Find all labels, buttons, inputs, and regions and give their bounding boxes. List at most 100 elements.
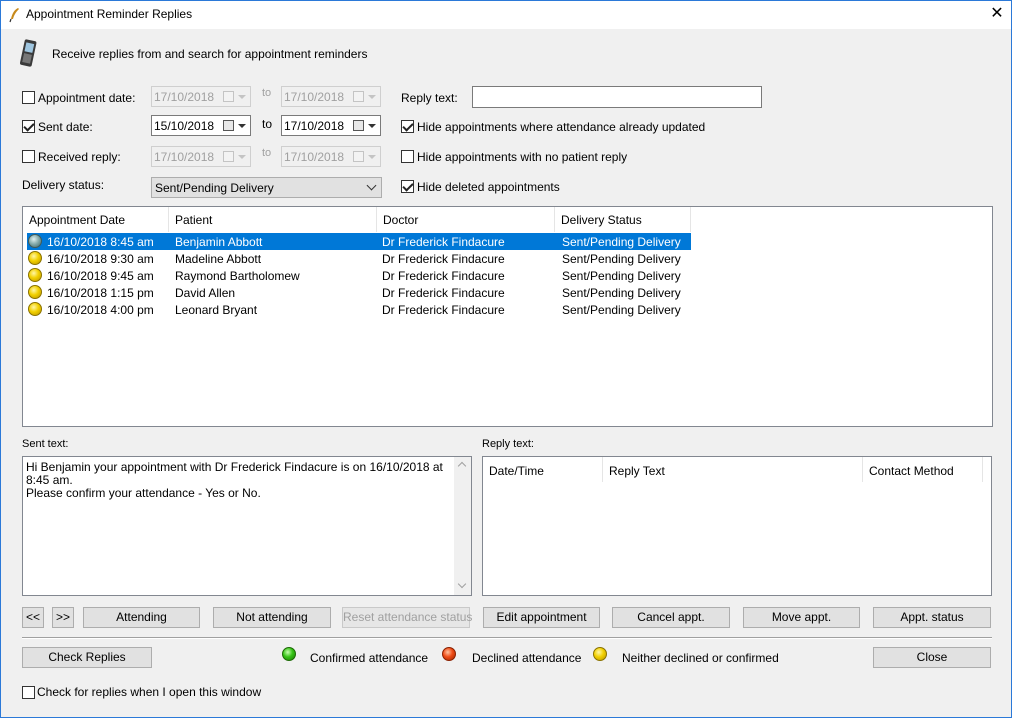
edit-appointment-button[interactable]: Edit appointment — [483, 607, 600, 628]
cancel-appt-button[interactable]: Cancel appt. — [612, 607, 730, 628]
appointment-date-cell: 16/10/2018 8:45 am — [47, 235, 154, 249]
appointment-date-from-value: 17/10/2018 — [154, 90, 215, 104]
received-reply-to-label: to — [262, 147, 272, 159]
not-attending-button[interactable]: Not attending — [213, 607, 331, 628]
appointment-date-to-label: to — [262, 87, 272, 99]
status-dot-icon — [28, 251, 42, 265]
column-header-date-time[interactable]: Date/Time — [483, 457, 603, 482]
sent-date-to-value: 17/10/2018 — [284, 119, 345, 133]
received-reply-checkbox[interactable] — [22, 150, 35, 163]
confirmed-dot-icon — [282, 647, 296, 661]
table-row[interactable]: 16/10/2018 9:30 am Madeline Abbott Dr Fr… — [27, 250, 691, 267]
mobile-phone-icon — [20, 39, 37, 67]
dropdown-arrow-icon — [368, 155, 376, 159]
column-header-reply-text[interactable]: Reply Text — [603, 457, 863, 482]
hide-no-reply-checkbox[interactable] — [401, 150, 414, 163]
close-window-button[interactable]: ✕ — [987, 5, 1007, 25]
calendar-icon — [223, 91, 234, 102]
calendar-icon — [353, 151, 364, 162]
hide-attendance-updated-checkbox[interactable] — [401, 120, 414, 133]
delivery-status-cell: Sent/Pending Delivery — [562, 235, 681, 249]
dropdown-arrow-icon — [238, 155, 246, 159]
delivery-status-cell: Sent/Pending Delivery — [562, 303, 681, 317]
dropdown-arrow-icon — [368, 124, 376, 128]
delivery-status-cell: Sent/Pending Delivery — [562, 286, 681, 300]
column-header-contact-method[interactable]: Contact Method — [863, 457, 983, 482]
appointment-date-to[interactable]: 17/10/2018 — [281, 86, 381, 107]
appointment-date-from[interactable]: 17/10/2018 — [151, 86, 251, 107]
doctor-cell: Dr Frederick Findacure — [382, 269, 505, 283]
sent-date-to[interactable]: 17/10/2018 — [281, 115, 381, 136]
hide-attendance-updated-label: Hide appointments where attendance alrea… — [417, 120, 706, 134]
delivery-status-select[interactable]: Sent/Pending Delivery — [151, 177, 382, 198]
sent-date-from[interactable]: 15/10/2018 — [151, 115, 251, 136]
received-reply-to[interactable]: 17/10/2018 — [281, 146, 381, 167]
doctor-cell: Dr Frederick Findacure — [382, 235, 505, 249]
table-row[interactable]: 16/10/2018 4:00 pm Leonard Bryant Dr Fre… — [27, 301, 691, 318]
separator — [22, 637, 992, 639]
sent-text-area[interactable]: Hi Benjamin your appointment with Dr Fre… — [22, 456, 472, 596]
hide-deleted-label: Hide deleted appointments — [417, 180, 560, 194]
reply-text-input[interactable] — [472, 86, 762, 108]
dropdown-arrow-icon — [368, 95, 376, 99]
table-row[interactable]: 16/10/2018 9:45 am Raymond Bartholomew D… — [27, 267, 691, 284]
reply-text-list[interactable]: Date/Time Reply Text Contact Method — [482, 456, 992, 596]
appointments-list[interactable]: Appointment Date Patient Doctor Delivery… — [22, 206, 993, 427]
calendar-icon — [353, 120, 364, 131]
delivery-status-cell: Sent/Pending Delivery — [562, 269, 681, 283]
delivery-status-label: Delivery status: — [22, 178, 105, 192]
dropdown-arrow-icon — [238, 95, 246, 99]
column-header-patient[interactable]: Patient — [169, 207, 377, 232]
appointment-date-cell: 16/10/2018 1:15 pm — [47, 286, 154, 300]
legend-confirmed: Confirmed attendance — [310, 651, 429, 665]
appointment-date-checkbox[interactable] — [22, 91, 35, 104]
calendar-icon — [223, 151, 234, 162]
calendar-icon — [353, 91, 364, 102]
received-reply-label: Received reply: — [38, 150, 121, 164]
check-on-open-checkbox[interactable] — [22, 686, 35, 699]
sent-date-from-value: 15/10/2018 — [154, 119, 215, 133]
doctor-cell: Dr Frederick Findacure — [382, 286, 505, 300]
check-replies-button[interactable]: Check Replies — [22, 647, 152, 668]
received-reply-from[interactable]: 17/10/2018 — [151, 146, 251, 167]
neither-dot-icon — [593, 647, 607, 661]
attending-button[interactable]: Attending — [83, 607, 200, 628]
doctor-cell: Dr Frederick Findacure — [382, 303, 505, 317]
sent-text-scrollbar[interactable] — [454, 457, 471, 595]
appointment-reminder-replies-window: Appointment Reminder Replies ✕ Receive r… — [0, 0, 1012, 718]
scroll-down-icon[interactable] — [457, 579, 467, 589]
status-dot-icon — [28, 268, 42, 282]
column-header-appointment-date[interactable]: Appointment Date — [23, 207, 169, 232]
status-dot-icon — [28, 302, 42, 316]
sent-date-to-label: to — [262, 117, 273, 131]
column-header-doctor[interactable]: Doctor — [377, 207, 555, 232]
doctor-cell: Dr Frederick Findacure — [382, 252, 505, 266]
table-row[interactable]: 16/10/2018 1:15 pm David Allen Dr Freder… — [27, 284, 691, 301]
sent-date-checkbox[interactable] — [22, 120, 35, 133]
move-appt-button[interactable]: Move appt. — [743, 607, 860, 628]
status-dot-icon — [28, 285, 42, 299]
close-button[interactable]: Close — [873, 647, 991, 668]
patient-cell: Raymond Bartholomew — [175, 269, 300, 283]
patient-cell: Madeline Abbott — [175, 252, 262, 266]
check-on-open-label: Check for replies when I open this windo… — [37, 685, 262, 699]
reset-attendance-button[interactable]: Reset attendance status — [342, 607, 472, 628]
reply-text-label: Reply text: — [401, 91, 458, 105]
scroll-up-icon[interactable] — [457, 461, 467, 471]
appointment-date-cell: 16/10/2018 9:45 am — [47, 269, 154, 283]
patient-cell: Benjamin Abbott — [175, 235, 263, 249]
previous-button[interactable]: << — [22, 607, 44, 628]
patient-cell: David Allen — [175, 286, 236, 300]
received-reply-from-value: 17/10/2018 — [154, 150, 215, 164]
quill-icon — [9, 8, 19, 23]
appointment-date-label: Appointment date: — [38, 91, 136, 105]
sent-text-label: Sent text: — [22, 438, 69, 450]
table-row[interactable]: 16/10/2018 8:45 am Benjamin Abbott Dr Fr… — [27, 233, 691, 250]
hide-deleted-checkbox[interactable] — [401, 180, 414, 193]
patient-cell: Leonard Bryant — [175, 303, 258, 317]
reply-text-panel-label: Reply text: — [482, 438, 534, 450]
received-reply-to-value: 17/10/2018 — [284, 150, 345, 164]
column-header-delivery-status[interactable]: Delivery Status — [555, 207, 691, 232]
next-button[interactable]: >> — [52, 607, 74, 628]
appt-status-button[interactable]: Appt. status — [873, 607, 991, 628]
